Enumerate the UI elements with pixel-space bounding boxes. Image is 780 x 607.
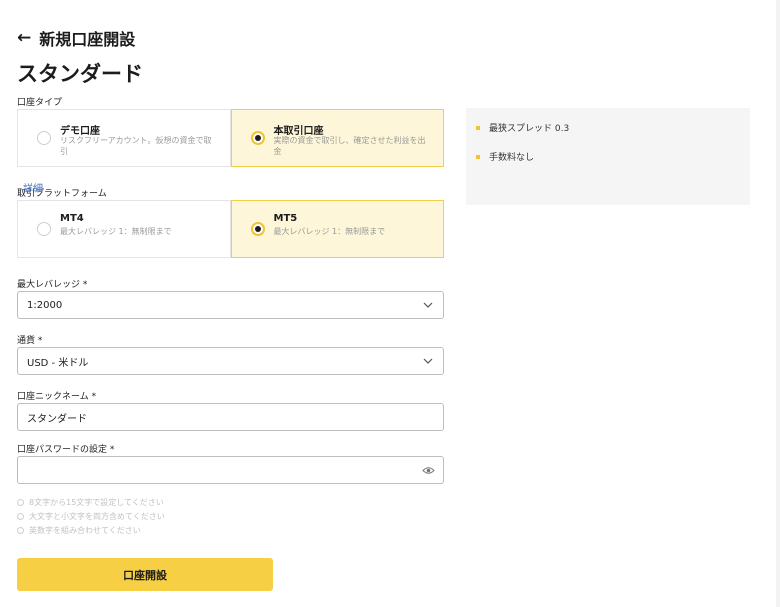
option-title: MT4 bbox=[60, 213, 84, 224]
feature-label: 最狭スプレッド 0.3 bbox=[489, 124, 570, 134]
platform-mt4-option[interactable]: MT4 最大レバレッジ 1：無制限まで bbox=[17, 200, 231, 258]
feature-item: 手数料なし bbox=[476, 150, 534, 163]
leverage-label: 最大レバレッジ * bbox=[17, 280, 88, 290]
option-description: 実際の資金で取引し、確定させた利益を出金 bbox=[273, 136, 426, 156]
account-type-demo-option[interactable]: デモ口座 リスクフリーアカウント。仮想の資金で取引 bbox=[17, 109, 231, 167]
account-features-panel: 最狭スプレッド 0.3 手数料なし bbox=[466, 108, 750, 205]
option-description: 最大レバレッジ 1：無制限まで bbox=[60, 227, 172, 236]
password-hint: 英数字を組み合わせてください bbox=[17, 525, 141, 536]
option-description: リスクフリーアカウント。仮想の資金で取引 bbox=[60, 136, 212, 156]
hint-circle-icon bbox=[17, 527, 24, 534]
platform-group: MT4 最大レバレッジ 1：無制限まで MT5 最大レバレッジ 1：無制限まで bbox=[17, 200, 444, 258]
leverage-value: 1:2000 bbox=[27, 299, 63, 311]
back-header[interactable]: ← 新規口座開設 bbox=[17, 26, 135, 50]
bullet-icon bbox=[476, 125, 480, 130]
details-link[interactable]: 詳細 bbox=[23, 180, 43, 195]
back-arrow-icon[interactable]: ← bbox=[17, 29, 31, 47]
hint-text: 大文字と小文字を両方含めてください bbox=[29, 512, 165, 521]
scrollbar[interactable] bbox=[776, 0, 780, 607]
password-input[interactable] bbox=[17, 456, 444, 484]
eye-icon[interactable] bbox=[422, 465, 435, 476]
currency-select[interactable]: USD - 米ドル bbox=[17, 347, 444, 375]
option-title: MT5 bbox=[273, 213, 298, 224]
leverage-select[interactable]: 1:2000 bbox=[17, 291, 444, 319]
back-title: 新規口座開設 bbox=[39, 30, 136, 49]
radio-selected-icon[interactable] bbox=[250, 131, 265, 145]
password-label: 口座パスワードの設定 * bbox=[17, 445, 115, 455]
platform-mt5-option[interactable]: MT5 最大レバレッジ 1：無制限まで bbox=[230, 200, 444, 258]
account-type-group: デモ口座 リスクフリーアカウント。仮想の資金で取引 本取引口座 実際の資金で取引… bbox=[17, 109, 444, 167]
page-title: スタンダード bbox=[17, 62, 143, 86]
hint-circle-icon bbox=[17, 513, 24, 520]
password-hint: 大文字と小文字を両方含めてください bbox=[17, 511, 165, 522]
feature-item: 最狭スプレッド 0.3 bbox=[476, 121, 569, 134]
bullet-icon bbox=[476, 154, 480, 159]
radio-icon[interactable] bbox=[37, 222, 51, 236]
option-description: 最大レバレッジ 1：無制限まで bbox=[273, 227, 386, 236]
currency-value: USD - 米ドル bbox=[27, 357, 89, 369]
nickname-input[interactable]: スタンダード bbox=[17, 403, 444, 431]
account-type-label: 口座タイプ bbox=[17, 98, 63, 108]
radio-icon[interactable] bbox=[37, 131, 51, 145]
chevron-down-icon bbox=[423, 302, 433, 308]
nickname-value: スタンダード bbox=[27, 413, 87, 425]
account-type-real-option[interactable]: 本取引口座 実際の資金で取引し、確定させた利益を出金 bbox=[230, 109, 444, 167]
open-account-button[interactable]: 口座開設 bbox=[17, 558, 273, 591]
hint-text: 8文字から15文字で設定してください bbox=[29, 498, 164, 507]
hint-circle-icon bbox=[17, 499, 24, 506]
password-hint: 8文字から15文字で設定してください bbox=[17, 497, 164, 508]
nickname-label: 口座ニックネーム * bbox=[17, 392, 97, 402]
radio-selected-icon[interactable] bbox=[250, 222, 265, 236]
hint-text: 英数字を組み合わせてください bbox=[29, 526, 141, 535]
chevron-down-icon bbox=[423, 358, 433, 364]
feature-label: 手数料なし bbox=[489, 153, 535, 163]
currency-label: 通貨 * bbox=[17, 336, 43, 346]
